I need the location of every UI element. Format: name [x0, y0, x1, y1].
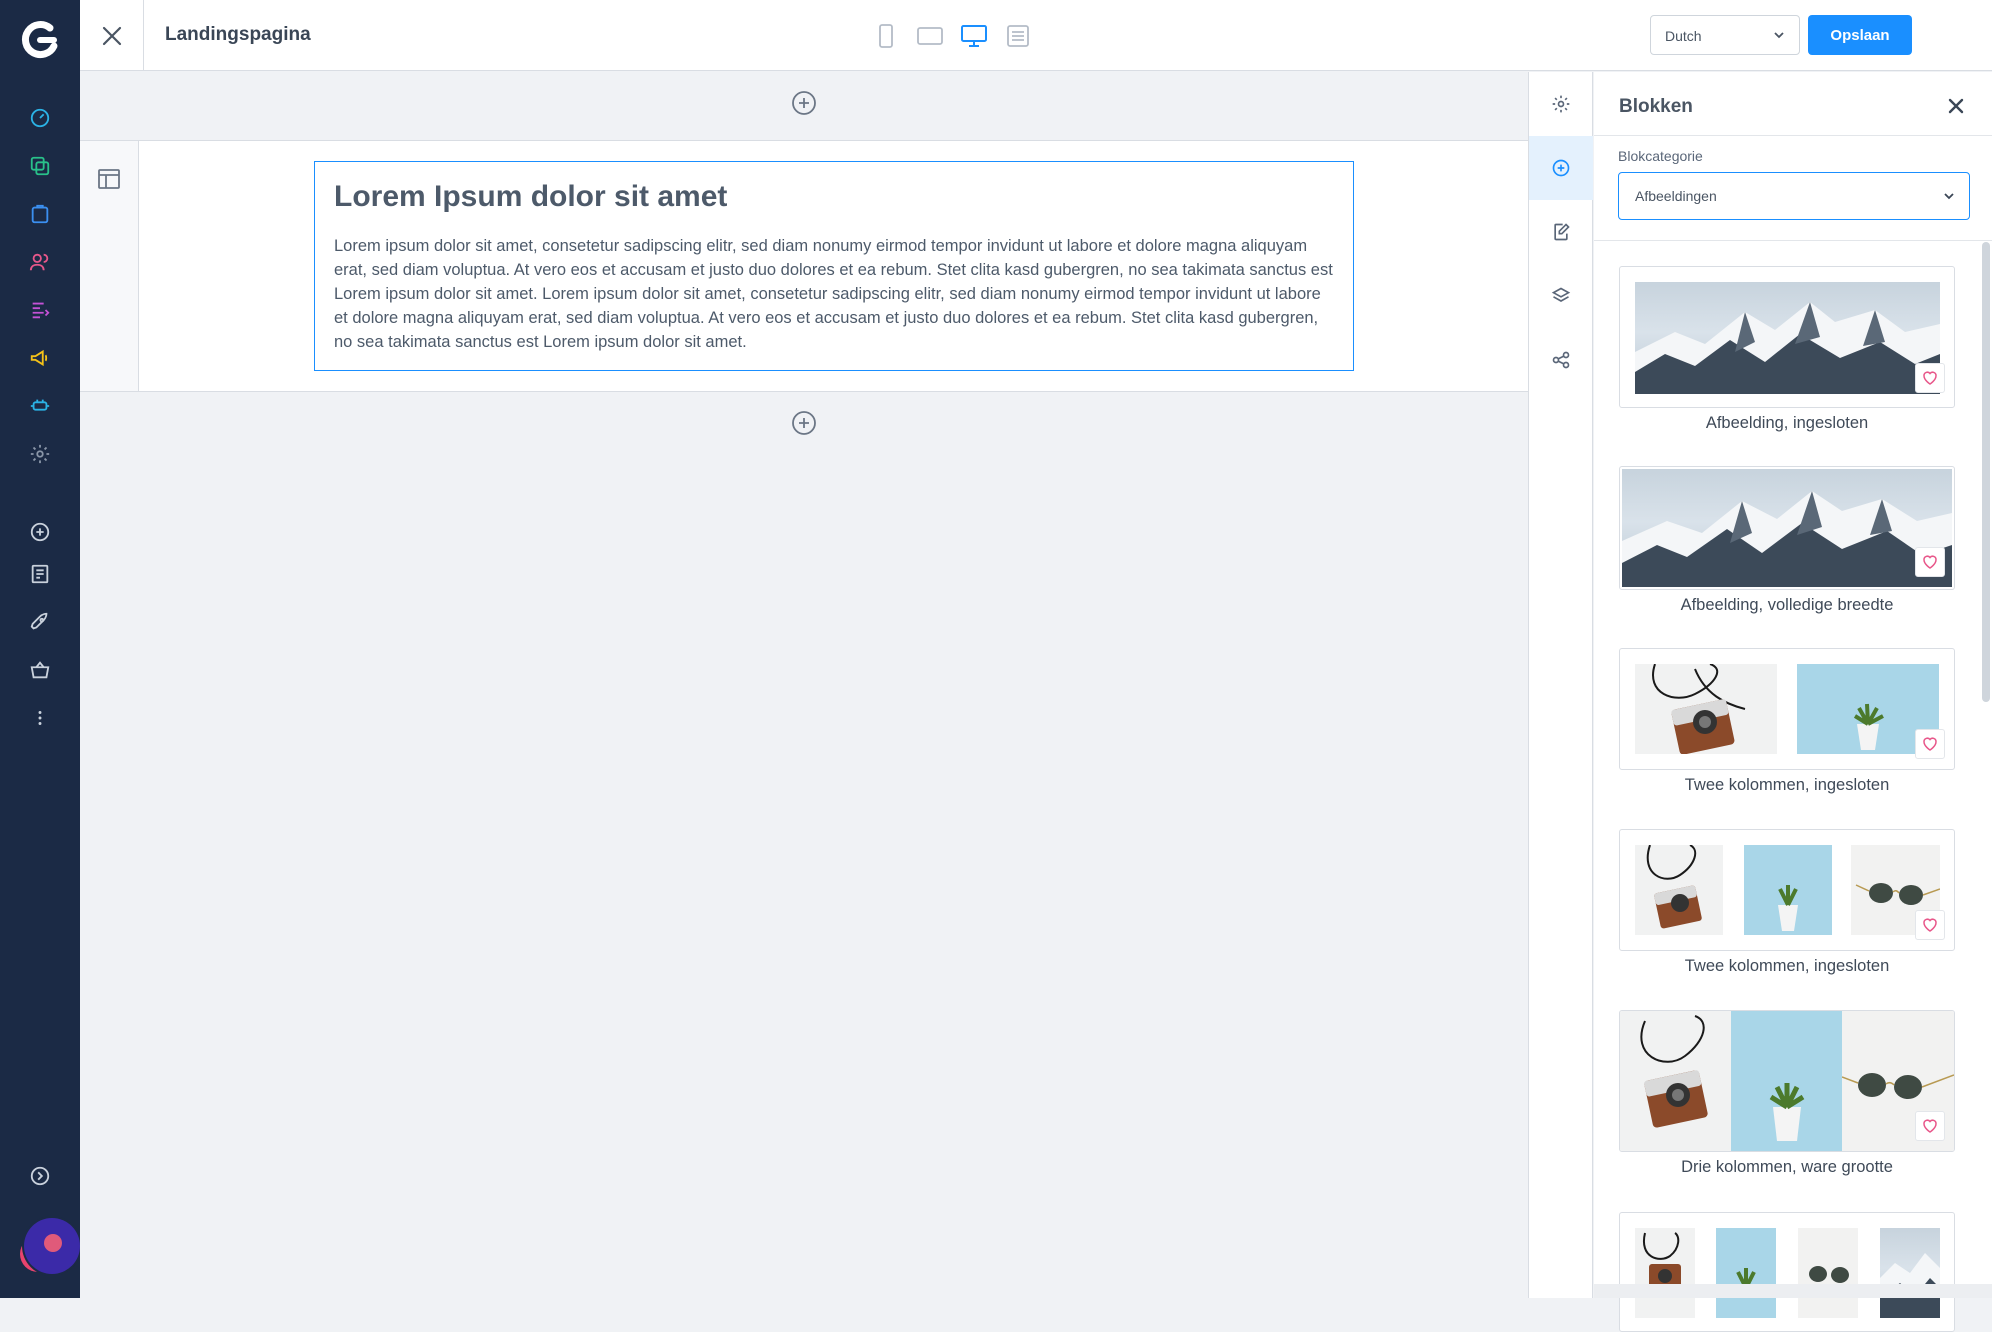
- close-editor-button[interactable]: [80, 0, 144, 71]
- plant-image: [1716, 1228, 1776, 1318]
- block-card-image-full-width[interactable]: [1619, 466, 1955, 590]
- text-block-section[interactable]: Lorem Ipsum dolor sit amet Lorem ipsum d…: [80, 140, 1528, 392]
- add-block-above: [80, 90, 1528, 116]
- add-block-icon[interactable]: [791, 90, 817, 116]
- gear-icon: [1552, 95, 1570, 113]
- add-icon[interactable]: [26, 518, 54, 546]
- block-category-select[interactable]: Afbeeldingen: [1618, 172, 1970, 220]
- category-label: Blokcategorie: [1618, 148, 1703, 164]
- section-gutter: [80, 141, 139, 391]
- sidebar-horizontal-scrollbar[interactable]: [1594, 1284, 1992, 1298]
- block-card-label: Twee kolommen, ingesloten: [1684, 776, 1890, 794]
- sunglasses-image: [1798, 1228, 1858, 1318]
- language-select[interactable]: Dutch: [1650, 15, 1800, 55]
- plant-image: [1744, 845, 1832, 935]
- edit-page-button[interactable]: [1529, 200, 1593, 264]
- divider: [1594, 240, 1992, 241]
- plant-image: [1731, 1011, 1842, 1151]
- text-block[interactable]: Lorem Ipsum dolor sit amet Lorem ipsum d…: [314, 161, 1354, 371]
- favorite-heart-icon[interactable]: [1915, 729, 1945, 759]
- sidebar-title: Blokken: [1619, 96, 1693, 117]
- viewport-tablet-button[interactable]: [914, 20, 946, 52]
- block-card-two-columns[interactable]: [1619, 648, 1955, 770]
- list-view-icon: [1007, 25, 1029, 47]
- blocks-panel-button[interactable]: [1529, 136, 1593, 200]
- chevron-down-icon: [1944, 193, 1954, 200]
- customers-icon[interactable]: [26, 248, 54, 276]
- camera-image: [1635, 1228, 1695, 1318]
- mountain-image: [1880, 1228, 1940, 1318]
- mountain-image: [1622, 469, 1952, 587]
- viewport-switcher: [870, 20, 1034, 52]
- block-card-three-columns-full[interactable]: [1619, 1010, 1955, 1152]
- catalogue-icon[interactable]: [26, 152, 54, 180]
- viewport-mobile-button[interactable]: [870, 20, 902, 52]
- block-card-label: Afbeelding, ingesloten: [1705, 414, 1869, 432]
- add-block-below: [80, 410, 1528, 436]
- top-bar: Landingspagina Dutch Opslaan: [80, 0, 1992, 71]
- add-circle-icon: [1552, 159, 1570, 177]
- mobile-icon: [879, 24, 893, 48]
- avatar[interactable]: [24, 1218, 80, 1274]
- edit-document-icon: [1554, 223, 1570, 241]
- layers-button[interactable]: [1529, 264, 1593, 328]
- add-block-icon[interactable]: [791, 410, 817, 436]
- marketing-icon[interactable]: [26, 344, 54, 372]
- favorite-heart-icon[interactable]: [1915, 363, 1945, 393]
- extensions-icon[interactable]: [26, 392, 54, 420]
- blocks-sidebar: Blokken Blokcategorie Afbeeldingen Afbee…: [1594, 72, 1992, 1332]
- app-logo[interactable]: [20, 20, 60, 60]
- page-title: Landingspagina: [165, 24, 311, 45]
- mountain-image: [1635, 282, 1940, 394]
- dashboard-icon[interactable]: [26, 104, 54, 132]
- more-icon[interactable]: [26, 704, 54, 732]
- user-avatar-area[interactable]: [18, 1218, 80, 1278]
- collapse-menu-icon[interactable]: [26, 1162, 54, 1190]
- block-card-image-contained[interactable]: [1619, 266, 1955, 408]
- sidebar-header: Blokken: [1594, 72, 1992, 136]
- camera-image: [1620, 1011, 1731, 1151]
- tool-rail: [1528, 72, 1593, 1298]
- viewport-list-button[interactable]: [1002, 20, 1034, 52]
- block-body-text[interactable]: Lorem ipsum dolor sit amet, consetetur s…: [334, 234, 1334, 354]
- block-card-label: Afbeelding, volledige breedte: [1680, 596, 1894, 614]
- favorite-heart-icon[interactable]: [1915, 1111, 1945, 1141]
- sidebar-scrollbar[interactable]: [1982, 242, 1990, 702]
- orders-icon[interactable]: [26, 200, 54, 228]
- rocket-icon[interactable]: [26, 608, 54, 636]
- settings-icon[interactable]: [26, 440, 54, 468]
- category-select-value: Afbeeldingen: [1635, 188, 1717, 204]
- main-navigation: [0, 0, 80, 1298]
- block-card-four-columns[interactable]: [1619, 1212, 1955, 1332]
- basket-icon[interactable]: [26, 656, 54, 684]
- camera-image: [1635, 664, 1777, 754]
- close-sidebar-icon[interactable]: [1946, 96, 1966, 116]
- desktop-icon: [961, 25, 987, 47]
- camera-image: [1635, 845, 1723, 935]
- content-icon[interactable]: [26, 296, 54, 324]
- block-heading[interactable]: Lorem Ipsum dolor sit amet: [334, 180, 1334, 214]
- layers-icon: [1551, 287, 1571, 302]
- share-icon: [1552, 351, 1570, 369]
- avatar-status-dot: [44, 1234, 62, 1252]
- block-card-three-columns[interactable]: [1619, 829, 1955, 951]
- language-select-value: Dutch: [1665, 28, 1702, 44]
- page-settings-button[interactable]: [1529, 72, 1593, 136]
- block-card-label: Drie kolommen, ware grootte: [1681, 1158, 1893, 1176]
- share-button[interactable]: [1529, 328, 1593, 392]
- chevron-down-icon: [1774, 32, 1784, 39]
- favorite-heart-icon[interactable]: [1915, 910, 1945, 940]
- viewport-desktop-button[interactable]: [958, 20, 990, 52]
- store-icon[interactable]: [26, 560, 54, 588]
- block-card-label: Twee kolommen, ingesloten: [1684, 957, 1890, 975]
- section-layout-icon[interactable]: [97, 167, 121, 191]
- save-button[interactable]: Opslaan: [1808, 15, 1912, 55]
- tablet-icon: [917, 27, 943, 45]
- favorite-heart-icon[interactable]: [1915, 547, 1945, 577]
- editor-canvas: Lorem Ipsum dolor sit amet Lorem ipsum d…: [80, 72, 1528, 1298]
- close-icon: [102, 26, 121, 45]
